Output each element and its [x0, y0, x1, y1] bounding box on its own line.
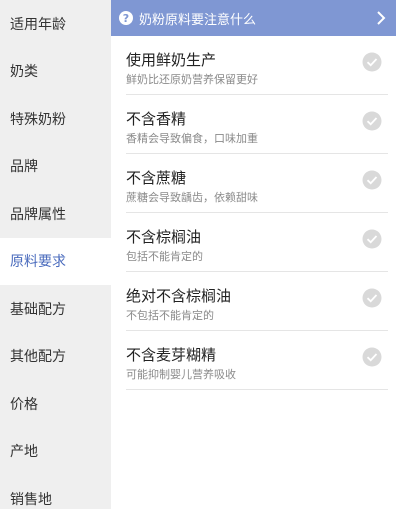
- sidebar-item-label: 特殊奶粉: [10, 111, 66, 128]
- option-list: 使用鲜奶生产 鲜奶比还原奶营养保留更好 不含香精 香精会导致偏食，口味加重 不含…: [111, 36, 396, 390]
- sidebar-item-base-formula[interactable]: 基础配方: [0, 285, 111, 333]
- check-circle-icon[interactable]: [362, 347, 382, 367]
- option-title: 不含麦芽糊精: [126, 346, 217, 364]
- sidebar-item-label: 原料要求: [10, 254, 66, 271]
- option-title: 使用鲜奶生产: [126, 51, 217, 69]
- sidebar-item-label: 价格: [10, 396, 38, 413]
- sidebar-item-ingredients[interactable]: 原料要求: [0, 237, 111, 285]
- sidebar-item-brand[interactable]: 品牌: [0, 143, 111, 191]
- options-panel: ? 奶粉原料要注意什么 使用鲜奶生产 鲜奶比还原奶营养保留更好 不含香精 香精会…: [111, 0, 396, 509]
- option-title: 绝对不含棕榈油: [126, 287, 232, 305]
- option-no-palm-oil[interactable]: 不含棕榈油 包括不能肯定的: [126, 213, 388, 272]
- option-no-maltodextrin[interactable]: 不含麦芽糊精 可能抑制婴儿营养吸收: [126, 331, 388, 390]
- option-subtitle: 包括不能肯定的: [126, 250, 203, 263]
- sidebar-item-label: 品牌: [10, 159, 38, 176]
- option-no-sucrose[interactable]: 不含蔗糖 蔗糖会导致龋齿，依赖甜味: [126, 154, 388, 213]
- sidebar-item-origin[interactable]: 产地: [0, 428, 111, 476]
- sidebar-item-sales-region[interactable]: 销售地: [0, 475, 111, 523]
- option-subtitle: 蔗糖会导致龋齿，依赖甜味: [126, 191, 258, 204]
- check-circle-icon[interactable]: [362, 288, 382, 308]
- option-subtitle: 鲜奶比还原奶营养保留更好: [126, 73, 258, 86]
- option-absolutely-no-palm-oil[interactable]: 绝对不含棕榈油 不包括不能肯定的: [126, 272, 388, 331]
- sidebar-item-label: 适用年龄: [10, 16, 66, 33]
- sidebar-item-label: 品牌属性: [10, 206, 66, 223]
- tip-banner[interactable]: ? 奶粉原料要注意什么: [111, 0, 396, 36]
- check-circle-icon[interactable]: [362, 52, 382, 72]
- check-circle-icon[interactable]: [362, 229, 382, 249]
- option-subtitle: 可能抑制婴儿营养吸收: [126, 368, 236, 381]
- option-subtitle: 香精会导致偏食，口味加重: [126, 132, 258, 145]
- sidebar-item-label: 奶类: [10, 64, 38, 81]
- sidebar-item-special-formula[interactable]: 特殊奶粉: [0, 95, 111, 143]
- sidebar-item-label: 其他配方: [10, 349, 66, 366]
- sidebar-item-label: 基础配方: [10, 301, 66, 318]
- sidebar-item-other-formula[interactable]: 其他配方: [0, 333, 111, 381]
- check-circle-icon[interactable]: [362, 170, 382, 190]
- question-circle-icon: ?: [119, 11, 133, 25]
- option-no-flavoring[interactable]: 不含香精 香精会导致偏食，口味加重: [126, 95, 388, 154]
- sidebar-item-milk-type[interactable]: 奶类: [0, 48, 111, 96]
- option-title: 不含蔗糖: [126, 169, 187, 187]
- sidebar-item-label: 产地: [10, 444, 38, 461]
- sidebar-item-label: 销售地: [10, 491, 52, 508]
- option-subtitle: 不包括不能肯定的: [126, 309, 214, 322]
- option-title: 不含棕榈油: [126, 228, 202, 246]
- sidebar-item-brand-attribute[interactable]: 品牌属性: [0, 190, 111, 238]
- chevron-right-icon: [377, 11, 386, 25]
- sidebar-item-price[interactable]: 价格: [0, 380, 111, 428]
- option-title: 不含香精: [126, 110, 187, 128]
- sidebar-item-age[interactable]: 适用年龄: [0, 0, 111, 48]
- category-sidebar: 适用年龄 奶类 特殊奶粉 品牌 品牌属性 原料要求 基础配方 其他配方 价格 产…: [0, 0, 111, 509]
- option-fresh-milk[interactable]: 使用鲜奶生产 鲜奶比还原奶营养保留更好: [126, 36, 388, 95]
- tip-banner-title: 奶粉原料要注意什么: [139, 12, 257, 28]
- check-circle-icon[interactable]: [362, 111, 382, 131]
